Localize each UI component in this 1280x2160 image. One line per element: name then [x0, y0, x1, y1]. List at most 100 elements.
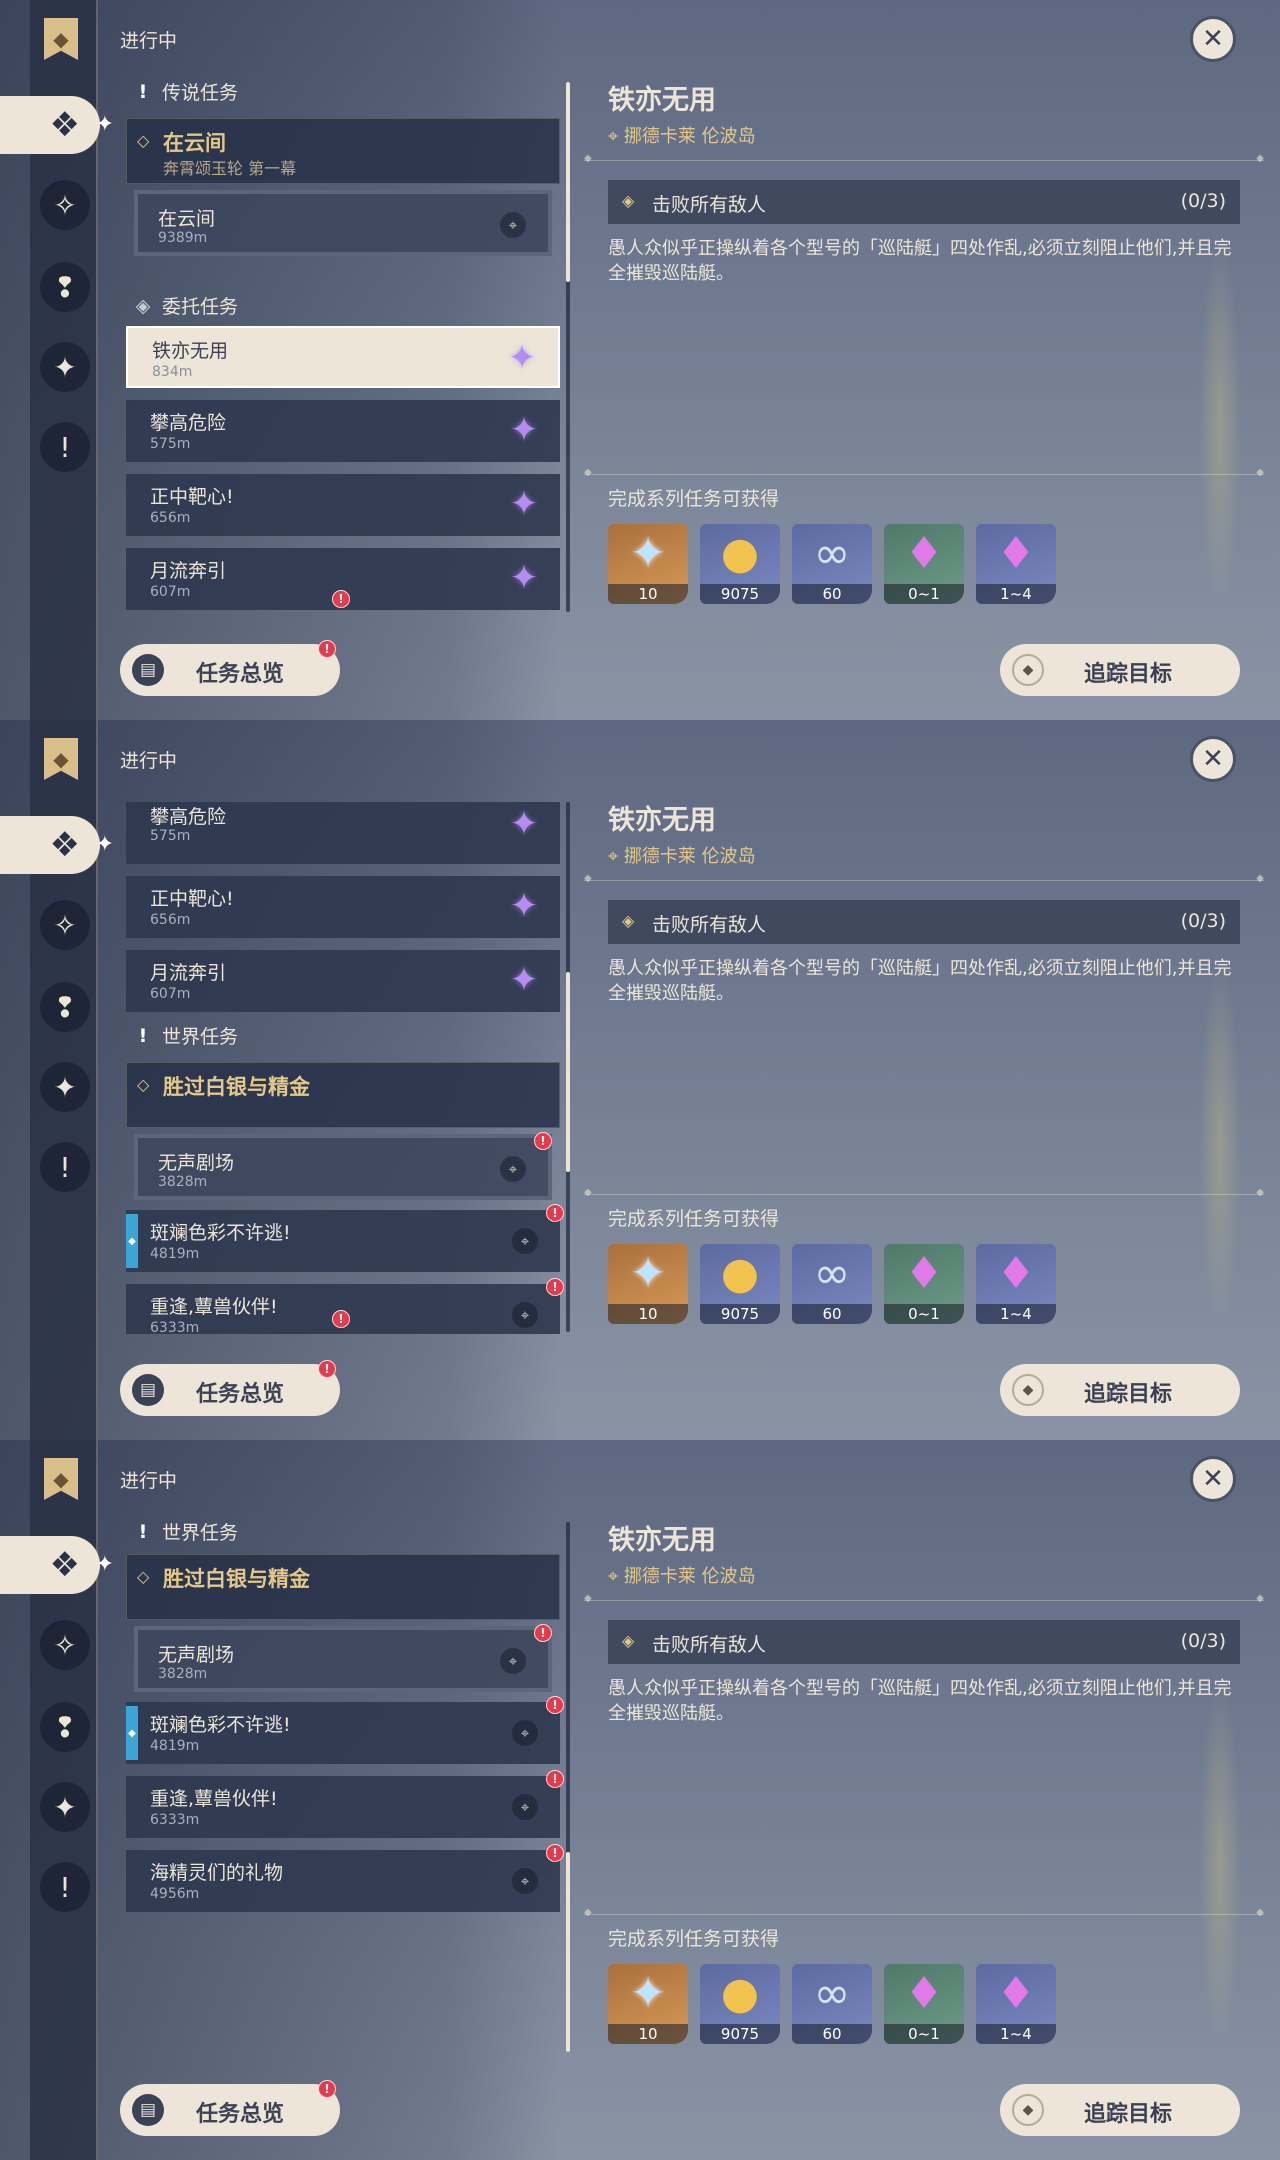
quest-group-legend[interactable]: ◇ 在云间 奔霄颂玉轮 第一幕: [126, 118, 560, 184]
close-button[interactable]: ✕: [1190, 1456, 1236, 1502]
quest-distance: 656m: [150, 912, 191, 928]
rail-tab-archon[interactable]: ✧: [40, 180, 90, 230]
reward-adventure-exp[interactable]: ∞ 60: [792, 1964, 872, 2044]
quest-group-world[interactable]: ◇ 胜过白银与精金: [126, 1554, 560, 1620]
map-pin-icon[interactable]: ⌖: [512, 1868, 538, 1894]
quest-item[interactable]: 正中靶心! 656m ✦: [126, 474, 560, 536]
world-quest-icon: !: [59, 430, 71, 464]
rail-tab-commission[interactable]: ✦: [40, 342, 90, 392]
rail-tab-all[interactable]: ❖ ✦: [0, 1536, 114, 1594]
quest-item-selected[interactable]: 铁亦无用 834m ✦: [126, 326, 560, 388]
reward-primogem[interactable]: ✦ 10: [608, 1964, 688, 2044]
quest-overview-button[interactable]: ▤ 任务总览 !: [120, 640, 340, 696]
crystal-chunk-icon: ♦: [904, 1248, 944, 1299]
scrollbar[interactable]: [566, 802, 570, 1332]
quest-overview-button[interactable]: ▤ 任务总览 !: [120, 1360, 340, 1416]
exclaim-icon: !: [138, 1024, 148, 1047]
reward-mora[interactable]: ● 9075: [700, 524, 780, 604]
reward-mora[interactable]: ● 9075: [700, 1244, 780, 1324]
quest-list[interactable]: ! 世界任务 ◇ 胜过白银与精金 无声剧场 3828m ⌖ ! ◆ 斑斓色彩不许逃…: [120, 1510, 564, 2070]
new-alert-icon: !: [534, 1624, 552, 1642]
reward-primogem[interactable]: ✦ 10: [608, 524, 688, 604]
track-target-button[interactable]: ◆ 追踪目标: [1000, 644, 1240, 696]
commission-star-icon: ✦: [509, 558, 539, 598]
quest-title: 铁亦无用: [152, 340, 229, 362]
close-button[interactable]: ✕: [1190, 16, 1236, 62]
commission-icon: ✦: [53, 1790, 77, 1824]
rail-tab-world[interactable]: !: [40, 1142, 90, 1192]
track-target-button[interactable]: ◆ 追踪目标: [1000, 2084, 1240, 2136]
archon-quest-icon: ✧: [53, 1628, 77, 1662]
rail-tab-story[interactable]: ❢: [40, 1702, 90, 1752]
map-pin-icon[interactable]: ⌖: [512, 1302, 538, 1328]
rail-tab-commission[interactable]: ✦: [40, 1062, 90, 1112]
quest-item[interactable]: 海精灵们的礼物 4956m ⌖ !: [126, 1844, 564, 1912]
mora-icon: ●: [720, 1248, 760, 1299]
quest-distance: 4819m: [150, 1738, 200, 1754]
track-diamond-icon: ◆: [1012, 1374, 1044, 1406]
quest-item[interactable]: 月流奔引 607m ✦: [126, 950, 560, 1012]
rewards-row: ✦ 10 ● 9075 ∞ 60 ♦ 0~1 ♦ 1~4: [608, 1244, 1056, 1324]
reward-crystal-chunk[interactable]: ♦ 0~1: [884, 1964, 964, 2044]
rail-tab-archon[interactable]: ✧: [40, 1620, 90, 1670]
scrollbar-thumb[interactable]: [566, 1852, 570, 2052]
map-pin-icon[interactable]: ⌖: [512, 1228, 538, 1254]
book-icon: ▤: [132, 2094, 164, 2126]
rail-tab-story[interactable]: ❢: [40, 982, 90, 1032]
quest-list[interactable]: ! 传说任务 ◇ 在云间 奔霄颂玉轮 第一幕 在云间 9389m ⌖ ◈ 委托任务 …: [120, 70, 560, 610]
map-pin-icon[interactable]: ⌖: [500, 212, 526, 238]
rail-tab-all[interactable]: ❖ ✦: [0, 96, 114, 154]
quest-item[interactable]: 攀高危险 575m ✦: [126, 400, 560, 462]
reward-adventure-exp[interactable]: ∞ 60: [792, 524, 872, 604]
overview-alert-icon: !: [318, 640, 336, 658]
quest-item[interactable]: ◆ 斑斓色彩不许逃! 4819m ⌖ !: [126, 1696, 564, 1764]
scrollbar[interactable]: [566, 1522, 570, 2052]
adventure-exp-icon: ∞: [813, 528, 851, 579]
quest-distance: 6333m: [150, 1320, 200, 1336]
quest-item[interactable]: 正中靶心! 656m ✦: [126, 876, 560, 938]
rail-tab-world[interactable]: !: [40, 422, 90, 472]
map-pin-icon[interactable]: ⌖: [512, 1720, 538, 1746]
close-button[interactable]: ✕: [1190, 736, 1236, 782]
quest-item-world-sub[interactable]: 无声剧场 3828m ⌖ !: [134, 1132, 552, 1200]
quest-item[interactable]: ◆ 斑斓色彩不许逃! 4819m ⌖ !: [126, 1204, 564, 1272]
rail-tab-all[interactable]: ❖ ✦: [0, 816, 114, 874]
reward-crystal-chunk[interactable]: ♦ 0~1: [884, 1244, 964, 1324]
reward-mora[interactable]: ● 9075: [700, 1964, 780, 2044]
quest-list[interactable]: 攀高危险 575m ✦ 正中靶心! 656m ✦ 月流奔引 607m ✦ ! 世界…: [120, 790, 564, 1350]
rail-tab-archon[interactable]: ✧: [40, 900, 90, 950]
reward-crystal-cluster[interactable]: ♦ 1~4: [976, 1244, 1056, 1324]
rail-tab-story[interactable]: ❢: [40, 262, 90, 312]
reward-crystal-chunk[interactable]: ♦ 0~1: [884, 524, 964, 604]
quest-distance: 607m: [150, 584, 191, 600]
detail-location: ⌖ 挪德卡莱 伦波岛: [608, 846, 756, 867]
quest-overview-button[interactable]: ▤ 任务总览 !: [120, 2080, 340, 2136]
quest-title: 海精灵们的礼物: [150, 1862, 284, 1884]
quest-item[interactable]: 重逢,蕈兽伙伴! 6333m ⌖ !: [126, 1770, 564, 1838]
quest-group-world[interactable]: ◇ 胜过白银与精金: [126, 1062, 560, 1128]
quest-item-legend[interactable]: 在云间 9389m ⌖: [134, 190, 552, 256]
scrollbar-thumb[interactable]: [566, 82, 570, 282]
group-title: 胜过白银与精金: [163, 1567, 310, 1591]
reward-crystal-cluster[interactable]: ♦ 1~4: [976, 1964, 1056, 2044]
map-pin-icon[interactable]: ⌖: [500, 1648, 526, 1674]
reward-crystal-cluster[interactable]: ♦ 1~4: [976, 524, 1056, 604]
map-pin-icon[interactable]: ⌖: [512, 1794, 538, 1820]
quest-item-world-sub[interactable]: 无声剧场 3828m ⌖ !: [134, 1624, 552, 1692]
rail-tab-world[interactable]: !: [40, 1862, 90, 1912]
reward-adventure-exp[interactable]: ∞ 60: [792, 1244, 872, 1324]
quest-item[interactable]: 攀高危险 575m ✦: [126, 802, 560, 864]
all-quests-icon: ❖: [49, 105, 80, 145]
reward-primogem[interactable]: ✦ 10: [608, 1244, 688, 1324]
map-pin-icon[interactable]: ⌖: [500, 1156, 526, 1182]
group-subtitle: 奔霄颂玉轮 第一幕: [163, 159, 297, 178]
objective-row: ◈ 击败所有敌人 (0/3): [608, 180, 1240, 224]
quest-detail: 铁亦无用 ⌖ 挪德卡莱 伦波岛 ◈ 击败所有敌人 (0/3) 愚人众似乎正操纵着…: [584, 0, 1264, 720]
scrollbar[interactable]: [566, 82, 570, 612]
detail-title: 铁亦无用: [608, 85, 716, 116]
track-target-button[interactable]: ◆ 追踪目标: [1000, 1364, 1240, 1416]
rail-tab-commission[interactable]: ✦: [40, 1782, 90, 1832]
quest-distance: 4956m: [150, 1886, 200, 1902]
scrollbar-thumb[interactable]: [566, 972, 570, 1172]
crystal-chunk-icon: ♦: [904, 528, 944, 579]
